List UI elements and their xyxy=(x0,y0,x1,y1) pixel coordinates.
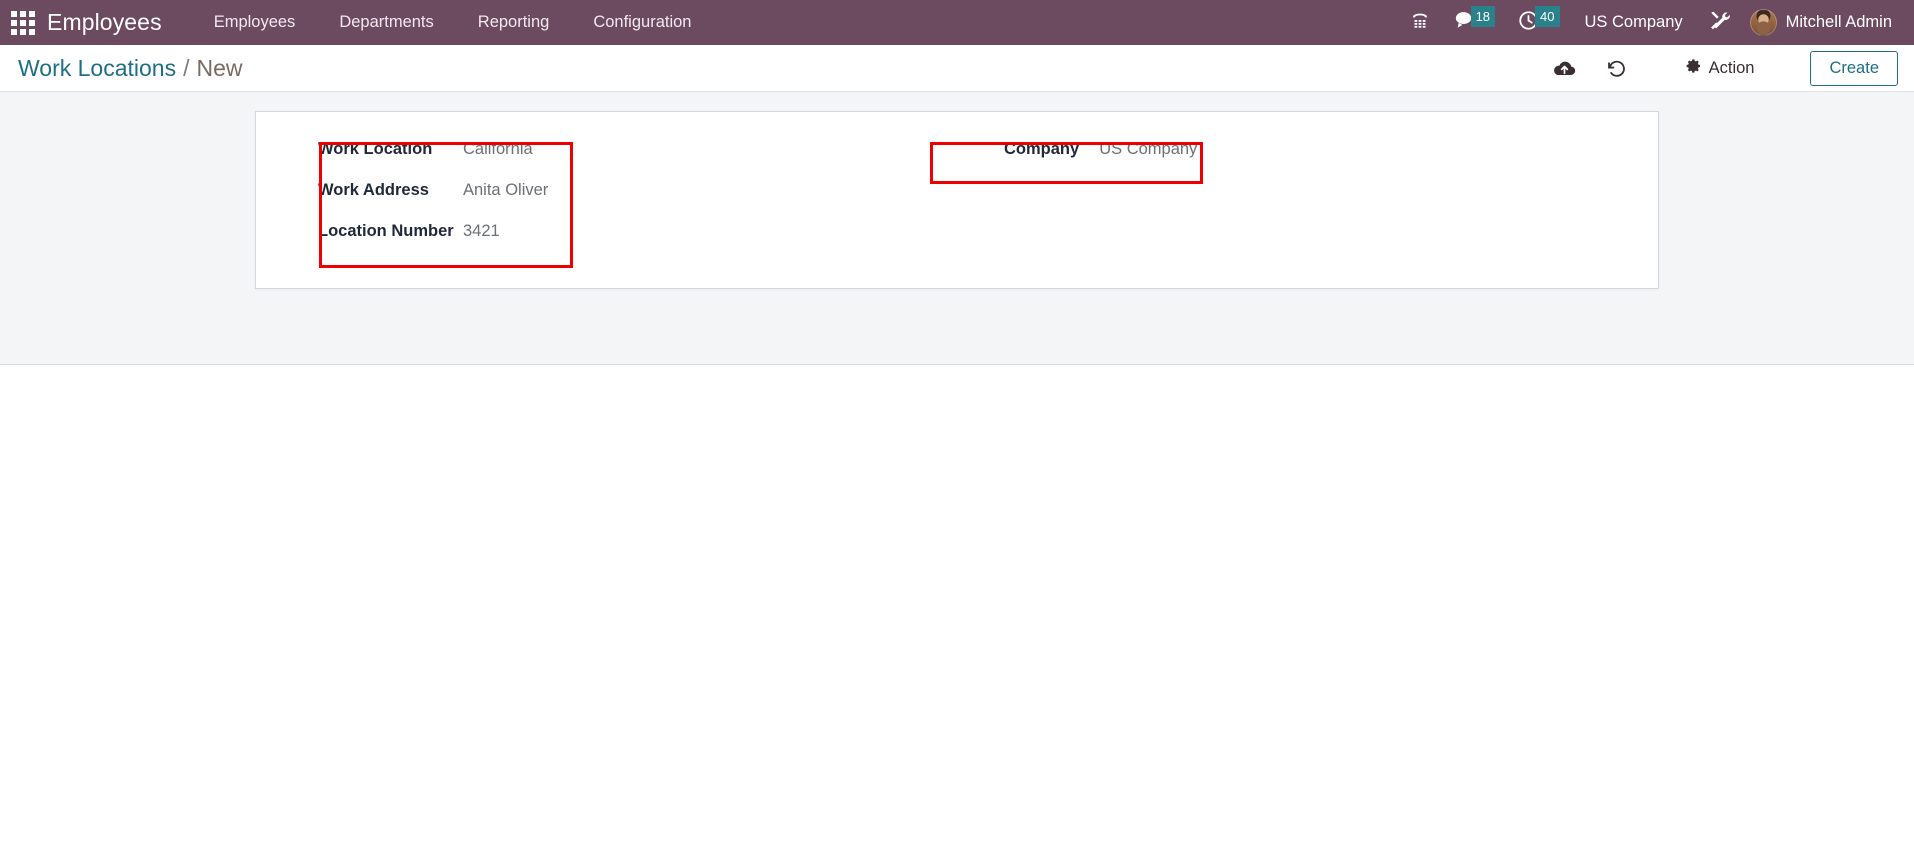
field-location-number-label: Location Number xyxy=(318,222,454,240)
developer-tools-button[interactable] xyxy=(1697,0,1742,45)
undo-icon xyxy=(1605,57,1628,80)
messages-counter-badge: 18 xyxy=(1470,6,1496,27)
breadcrumb-root-work-locations[interactable]: Work Locations xyxy=(18,55,176,82)
control-panel: Work Locations / New Action Create xyxy=(0,45,1914,92)
activities-button[interactable]: 40 xyxy=(1506,0,1570,45)
menu-item-reporting[interactable]: Reporting xyxy=(456,0,572,45)
voip-phone-button[interactable] xyxy=(1398,0,1442,45)
telephone-icon xyxy=(1409,9,1431,36)
navbar-systray: 18 40 US Company Mitchell Admin xyxy=(1398,0,1914,45)
tools-icon xyxy=(1708,9,1731,37)
field-company: Company US Company xyxy=(1004,140,1197,181)
breadcrumb-current-new: New xyxy=(196,54,243,81)
page-empty-area xyxy=(0,365,1914,864)
field-company-value[interactable]: US Company xyxy=(1099,140,1197,159)
field-work-address: Work Address Anita Oliver xyxy=(318,181,928,222)
field-work-location-label: Work Location xyxy=(318,140,433,158)
action-label: Action xyxy=(1708,58,1755,77)
form-sheet: Work Location California Work Address An… xyxy=(255,111,1659,289)
user-name-label: Mitchell Admin xyxy=(1785,13,1892,31)
action-menu-button[interactable]: Action xyxy=(1670,54,1771,83)
save-record-button[interactable] xyxy=(1538,52,1591,85)
company-switcher[interactable]: US Company xyxy=(1571,0,1697,45)
cloud-upload-icon xyxy=(1552,56,1577,81)
create-button[interactable]: Create xyxy=(1810,50,1898,86)
menu-item-configuration[interactable]: Configuration xyxy=(571,0,713,45)
control-panel-actions: Action Create xyxy=(1538,50,1898,86)
form-left-column: Work Location California Work Address An… xyxy=(288,130,928,268)
user-menu[interactable]: Mitchell Admin xyxy=(1742,0,1904,45)
menu-item-departments[interactable]: Departments xyxy=(317,0,455,45)
activities-counter-badge: 40 xyxy=(1535,6,1560,27)
discard-changes-button[interactable] xyxy=(1591,53,1642,84)
breadcrumb: Work Locations / New xyxy=(18,55,243,82)
main-menu: Employees Departments Reporting Configur… xyxy=(192,0,714,45)
field-location-number-value[interactable]: 3421 xyxy=(463,222,500,241)
user-avatar xyxy=(1749,9,1777,36)
form-right-column: Company US Company xyxy=(928,130,1203,263)
field-work-address-value[interactable]: Anita Oliver xyxy=(463,181,548,200)
form-content-area: Work Location California Work Address An… xyxy=(0,92,1914,365)
gear-icon xyxy=(1686,58,1702,79)
top-navbar: Employees Employees Departments Reportin… xyxy=(0,0,1914,45)
field-work-address-label: Work Address xyxy=(318,181,429,199)
apps-grid-icon[interactable] xyxy=(11,10,35,35)
messages-button[interactable]: 18 xyxy=(1442,0,1506,45)
field-company-label: Company xyxy=(1004,140,1080,158)
app-brand-employees[interactable]: Employees xyxy=(47,9,192,36)
field-location-number: Location Number 3421 xyxy=(318,222,928,263)
menu-item-employees[interactable]: Employees xyxy=(192,0,318,45)
breadcrumb-separator: / xyxy=(183,54,190,81)
field-work-location: Work Location California xyxy=(318,140,928,181)
field-work-location-value[interactable]: California xyxy=(463,140,533,159)
